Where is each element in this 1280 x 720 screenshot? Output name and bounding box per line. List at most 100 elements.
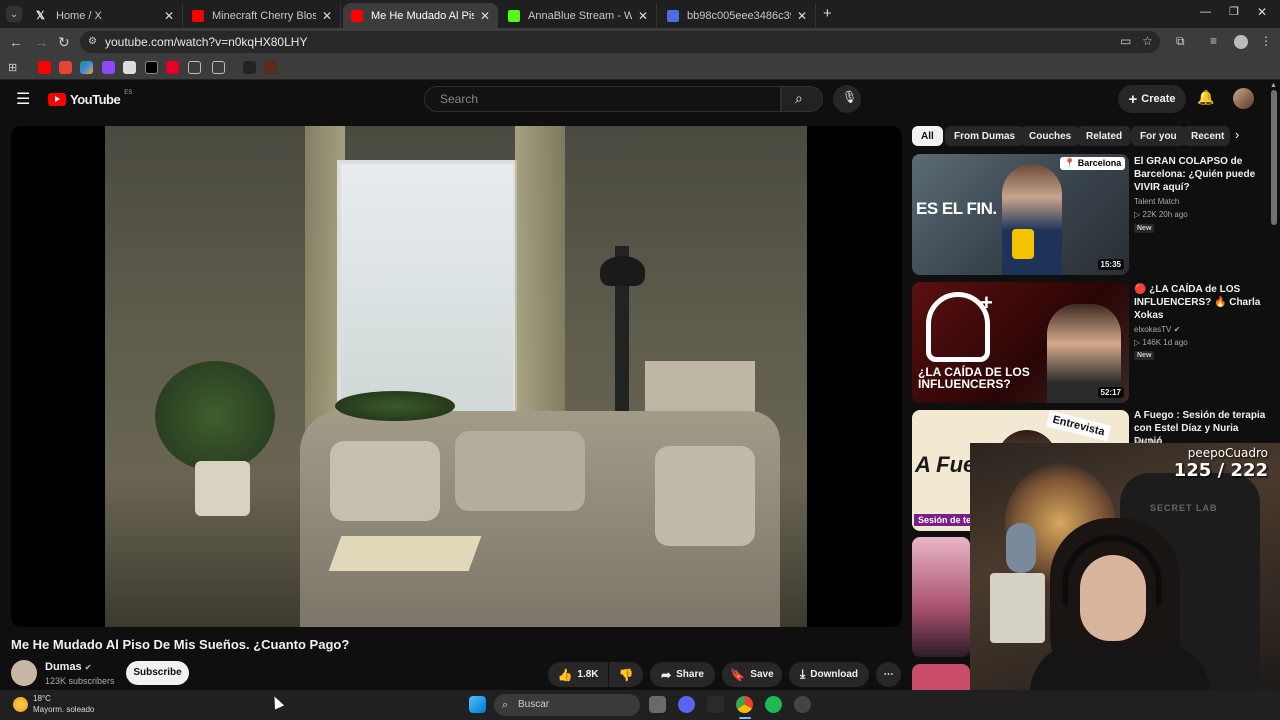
sunlight-patch	[328, 536, 482, 571]
related-thumbnail[interactable]	[912, 664, 970, 690]
obs-icon[interactable]	[794, 696, 811, 713]
reload-icon[interactable]: ↻	[58, 34, 70, 51]
app-icon[interactable]	[707, 696, 724, 713]
video-player[interactable]	[11, 126, 902, 627]
tab-current-video[interactable]: Me He Mudado Al Piso De Mis ✕	[343, 3, 498, 28]
extensions-icon[interactable]: ⧉	[1176, 34, 1185, 49]
related-channel[interactable]: Talent Match	[1134, 197, 1179, 206]
drive-bookmark-icon[interactable]	[80, 61, 93, 74]
reading-list-icon[interactable]: ≡	[1210, 34, 1217, 48]
related-meta-text: 146K 1d ago	[1142, 338, 1188, 347]
page-scrollbar[interactable]	[1271, 90, 1277, 225]
more-actions-button[interactable]: ⋯	[876, 662, 901, 687]
tab-home-x[interactable]: 𝕏 Home / X ✕	[28, 3, 183, 28]
related-thumbnail[interactable]	[912, 537, 970, 657]
close-window-icon[interactable]: ✕	[1257, 5, 1267, 19]
task-view-icon[interactable]	[649, 696, 666, 713]
scroll-up-icon[interactable]: ▲	[1270, 82, 1277, 89]
folder-icon[interactable]	[212, 61, 225, 74]
voice-search-button[interactable]: 🎙	[833, 85, 861, 113]
profile-avatar[interactable]	[1234, 35, 1248, 49]
bookmark-icon[interactable]	[264, 61, 277, 74]
taskbar-search[interactable]: ⌕ Buscar	[494, 694, 640, 716]
cushion	[655, 446, 755, 546]
verified-icon: ✔	[1173, 325, 1181, 334]
bookmark-star-icon[interactable]: ☆	[1142, 34, 1153, 48]
x-bookmark-icon[interactable]	[145, 61, 158, 74]
pinterest-bookmark-icon[interactable]	[166, 61, 179, 74]
minimize-icon[interactable]: —	[1200, 6, 1211, 18]
related-thumbnail[interactable]: + ¿LA CAÍDA DE LOS INFLUENCERS? 52:17	[912, 282, 1129, 403]
microphone-flag	[1012, 229, 1034, 259]
tab-title: AnnaBlue Stream - Watch Live	[528, 9, 632, 22]
chrome-icon[interactable]	[736, 696, 753, 713]
tab-title: Me He Mudado Al Piso De Mis	[371, 9, 474, 22]
weather-sun-icon[interactable]	[13, 697, 28, 712]
channel-avatar[interactable]	[11, 660, 37, 686]
related-channel[interactable]: elxokasTV ✔	[1134, 325, 1180, 334]
menu-dots-icon[interactable]: ⋮	[1260, 34, 1272, 48]
tab-minecraft[interactable]: Minecraft Cherry Blossom Fore ✕	[184, 3, 341, 28]
save-label: Save	[750, 669, 774, 680]
windows-start-icon[interactable]	[469, 696, 486, 713]
create-button[interactable]: + Create	[1118, 85, 1186, 113]
microphone-icon: 🎙	[842, 90, 858, 104]
plant-pot	[195, 461, 250, 516]
back-icon[interactable]: ←	[9, 34, 23, 50]
tab-kick-stream[interactable]: AnnaBlue Stream - Watch Live ✕	[500, 3, 657, 28]
restore-icon[interactable]: ❐	[1229, 5, 1239, 18]
chip-all[interactable]: All	[912, 126, 943, 146]
youtube-bookmark-icon[interactable]	[38, 61, 51, 74]
twitch-bookmark-icon[interactable]	[102, 61, 115, 74]
cast-icon[interactable]: ▭	[1120, 34, 1131, 48]
like-count: 1.8K	[577, 669, 599, 680]
download-button[interactable]: ⤓ Download	[789, 662, 869, 687]
youtube-logo[interactable]: YouTube ES	[48, 90, 132, 107]
close-icon[interactable]: ✕	[480, 9, 490, 23]
search-input[interactable]: Search	[424, 86, 781, 112]
video-duration: 52:17	[1097, 387, 1124, 398]
weather-description[interactable]: Mayorm. soleado	[33, 705, 94, 714]
forward-icon[interactable]: →	[34, 34, 48, 50]
kick-icon	[508, 9, 520, 22]
chip-recent[interactable]: Recent	[1182, 126, 1230, 146]
related-title[interactable]: 🔴 ¿LA CAÍDA de LOS INFLUENCERS? 🔥 Charla…	[1134, 283, 1269, 322]
bookmark-icon[interactable]	[243, 61, 256, 74]
notifications-bell-icon[interactable]: 🔔	[1197, 89, 1214, 106]
chip-from-channel[interactable]: From Dumas	[945, 126, 1025, 146]
close-icon[interactable]: ✕	[638, 9, 648, 23]
search-button[interactable]: ⌕	[781, 86, 823, 112]
gmail-bookmark-icon[interactable]	[59, 61, 72, 74]
chip-related[interactable]: Related	[1077, 126, 1132, 146]
apps-grid-icon[interactable]: ⊞	[8, 61, 17, 74]
hamburger-menu-icon[interactable]: ☰	[16, 89, 30, 109]
site-info-icon[interactable]: ⚙	[88, 31, 97, 53]
discord-icon[interactable]	[678, 696, 695, 713]
tab-search-icon[interactable]: ⌄	[6, 6, 22, 22]
like-button[interactable]: 👍 1.8K	[548, 662, 608, 687]
thumbnail-text: ¿LA CAÍDA DE LOS INFLUENCERS?	[918, 365, 1030, 391]
subscribe-button[interactable]: Subscribe	[126, 661, 189, 685]
channel-name[interactable]: Dumas ✔	[45, 661, 91, 673]
url-field[interactable]: ⚙ youtube.com/watch?v=n0kqHX80LHY	[80, 31, 1160, 53]
save-button[interactable]: 🔖 Save	[722, 662, 782, 687]
spotify-icon[interactable]	[765, 696, 782, 713]
weather-temperature[interactable]: 18°C	[33, 694, 51, 703]
related-thumbnail[interactable]: ES EL FIN. 📍 Barcelona 15:35	[912, 154, 1129, 275]
streamer-webcam: SECRET LAB peepoCuadro 125 / 222	[970, 443, 1280, 720]
chip-for-you[interactable]: For you	[1131, 126, 1186, 146]
share-button[interactable]: ➦ Share	[650, 662, 715, 687]
instagram-bookmark-icon[interactable]	[123, 61, 136, 74]
close-icon[interactable]: ✕	[797, 9, 807, 23]
close-icon[interactable]: ✕	[164, 9, 174, 23]
chevron-right-icon[interactable]: ›	[1235, 127, 1239, 142]
account-avatar[interactable]	[1233, 88, 1254, 109]
dislike-button[interactable]: 👎	[609, 662, 643, 687]
close-icon[interactable]: ✕	[322, 9, 332, 23]
tab-document[interactable]: bb98c005eee3486c391bb9666 ✕	[659, 3, 816, 28]
folder-icon[interactable]	[188, 61, 201, 74]
related-title[interactable]: El GRAN COLAPSO de Barcelona: ¿Quién pue…	[1134, 155, 1269, 194]
document-icon	[667, 9, 679, 22]
chip-couches[interactable]: Couches	[1020, 126, 1081, 146]
new-tab-button[interactable]: +	[823, 5, 832, 22]
